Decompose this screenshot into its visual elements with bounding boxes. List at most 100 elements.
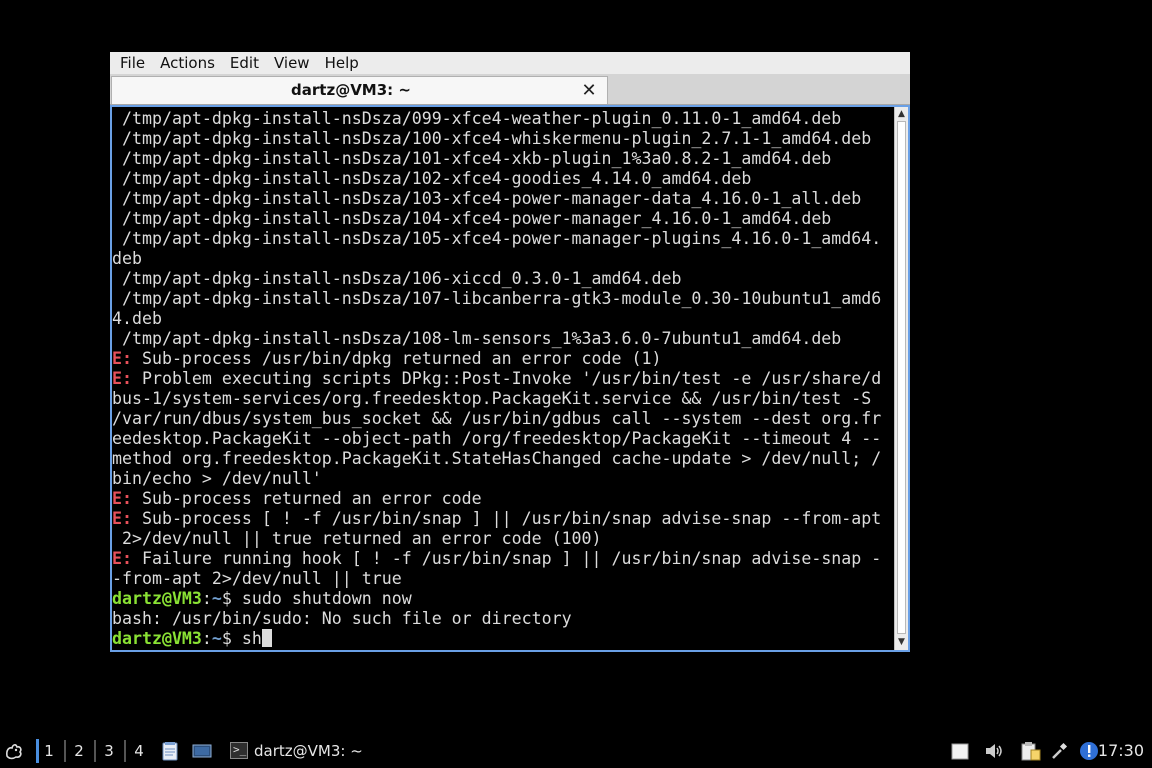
text-cursor [261, 629, 272, 647]
menu-view[interactable]: View [269, 52, 315, 74]
monitor-icon[interactable] [192, 741, 212, 761]
terminal-line: deb [112, 249, 895, 269]
terminal-text: Sub-process [ ! -f /usr/bin/snap ] || /u… [131, 509, 882, 528]
terminal-line: /tmp/apt-dpkg-install-nsDsza/103-xfce4-p… [112, 189, 895, 209]
terminal-text: /tmp/apt-dpkg-install-nsDsza/104-xfce4-p… [112, 209, 832, 228]
terminal-line: E: Failure running hook [ ! -f /usr/bin/… [112, 549, 895, 569]
terminal-line: E: Problem executing scripts DPkg::Post-… [112, 369, 895, 389]
menubar: File Actions Edit View Help [110, 52, 910, 74]
prompt-user: dartz@VM3 [112, 629, 202, 648]
prompt-command: sudo shutdown now [241, 589, 412, 608]
terminal-line: 4.deb [112, 309, 895, 329]
terminal-text: /tmp/apt-dpkg-install-nsDsza/108-lm-sens… [112, 329, 842, 348]
terminal-output[interactable]: /tmp/apt-dpkg-install-nsDsza/099-xfce4-w… [112, 109, 895, 649]
error-prefix: E: [112, 549, 132, 568]
menu-edit[interactable]: Edit [225, 52, 264, 74]
menu-help[interactable]: Help [320, 52, 364, 74]
terminal-line: E: Sub-process returned an error code [112, 489, 895, 509]
terminal-icon: >_ [230, 742, 248, 759]
terminal-frame: /tmp/apt-dpkg-install-nsDsza/099-xfce4-w… [110, 105, 910, 652]
terminal-text: bin/echo > /dev/null' [112, 469, 322, 488]
terminal-text: Sub-process /usr/bin/dpkg returned an er… [131, 349, 662, 368]
terminal-line: /tmp/apt-dpkg-install-nsDsza/106-xiccd_0… [112, 269, 895, 289]
terminal-text: bash: /usr/bin/sudo: No such file or dir… [112, 609, 572, 628]
scrollbar-thumb[interactable] [897, 121, 906, 634]
terminal-text: /tmp/apt-dpkg-install-nsDsza/105-xfce4-p… [112, 229, 882, 248]
terminal-text: /tmp/apt-dpkg-install-nsDsza/100-xfce4-w… [112, 129, 872, 148]
taskbar-terminal-button[interactable]: >_ dartz@VM3: ~ [226, 738, 369, 764]
workspace-3[interactable]: 3 [96, 734, 122, 768]
terminal-scrollbar[interactable]: ▲ ▼ [894, 107, 908, 650]
terminal-text: -from-apt 2>/dev/null || true [112, 569, 402, 588]
taskbar-task-label: dartz@VM3: ~ [254, 742, 363, 760]
workspace-1[interactable]: 1 [36, 734, 62, 768]
text-editor-icon[interactable] [160, 741, 180, 761]
terminal-line: 2>/dev/null || true returned an error co… [112, 529, 895, 549]
terminal-line: -from-apt 2>/dev/null || true [112, 569, 895, 589]
terminal-line: eedesktop.PackageKit --object-path /org/… [112, 429, 895, 449]
prompt-path: ~ [211, 589, 222, 608]
prompt-dollar: $ [221, 589, 242, 608]
notes-icon[interactable] [950, 741, 970, 761]
clock[interactable]: 17:30 [1098, 734, 1144, 768]
prompt-path: ~ [211, 629, 222, 648]
terminal-line: dartz@VM3:~$ sh [112, 629, 895, 649]
terminal-text: 2>/dev/null || true returned an error co… [112, 529, 602, 548]
terminal-line: /tmp/apt-dpkg-install-nsDsza/101-xfce4-x… [112, 149, 895, 169]
terminal-line: E: Sub-process /usr/bin/dpkg returned an… [112, 349, 895, 369]
workspace-4[interactable]: 4 [126, 734, 152, 768]
terminal-line: bin/echo > /dev/null' [112, 469, 895, 489]
update-notification-icon[interactable] [1079, 741, 1099, 761]
workspace-2[interactable]: 2 [66, 734, 92, 768]
terminal-text: Sub-process returned an error code [131, 489, 482, 508]
terminal-text: /tmp/apt-dpkg-install-nsDsza/107-libcanb… [112, 289, 882, 308]
terminal-text: Failure running hook [ ! -f /usr/bin/sna… [131, 549, 882, 568]
tab-bar: dartz@VM3: ~ ✕ [110, 74, 910, 105]
terminal-text: /tmp/apt-dpkg-install-nsDsza/103-xfce4-p… [112, 189, 862, 208]
terminal-text: 4.deb [112, 309, 162, 328]
error-prefix: E: [112, 509, 132, 528]
terminal-window: File Actions Edit View Help dartz@VM3: ~… [110, 52, 910, 652]
terminal-line: bash: /usr/bin/sudo: No such file or dir… [112, 609, 895, 629]
terminal-text: /tmp/apt-dpkg-install-nsDsza/101-xfce4-x… [112, 149, 832, 168]
terminal-line: /tmp/apt-dpkg-install-nsDsza/100-xfce4-w… [112, 129, 895, 149]
menu-actions[interactable]: Actions [155, 52, 220, 74]
terminal-line: E: Sub-process [ ! -f /usr/bin/snap ] ||… [112, 509, 895, 529]
scroll-up-arrow-icon[interactable]: ▲ [895, 108, 908, 121]
terminal-line: bus-1/system-services/org.freedesktop.Pa… [112, 389, 895, 409]
terminal-text: /tmp/apt-dpkg-install-nsDsza/102-xfce4-g… [112, 169, 752, 188]
terminal-line: /tmp/apt-dpkg-install-nsDsza/105-xfce4-p… [112, 229, 895, 249]
error-prefix: E: [112, 489, 132, 508]
volume-icon[interactable] [984, 741, 1004, 761]
terminal-text: Problem executing scripts DPkg::Post-Inv… [131, 369, 882, 388]
terminal-tab[interactable]: dartz@VM3: ~ ✕ [111, 76, 608, 104]
terminal-text: deb [112, 249, 142, 268]
terminal-line: dartz@VM3:~$ sudo shutdown now [112, 589, 895, 609]
network-icon[interactable] [1050, 741, 1070, 761]
prompt-dollar: $ [221, 629, 242, 648]
terminal-text: eedesktop.PackageKit --object-path /org/… [112, 429, 882, 448]
xfce-mouse-icon[interactable] [4, 741, 24, 761]
menu-file[interactable]: File [115, 52, 150, 74]
clipboard-icon[interactable] [1020, 741, 1041, 761]
error-prefix: E: [112, 349, 132, 368]
prompt-user: dartz@VM3 [112, 589, 202, 608]
terminal-line: /tmp/apt-dpkg-install-nsDsza/104-xfce4-p… [112, 209, 895, 229]
terminal-text: /tmp/apt-dpkg-install-nsDsza/099-xfce4-w… [112, 109, 842, 128]
terminal-line: /tmp/apt-dpkg-install-nsDsza/108-lm-sens… [112, 329, 895, 349]
terminal-line: /tmp/apt-dpkg-install-nsDsza/102-xfce4-g… [112, 169, 895, 189]
close-tab-icon[interactable]: ✕ [581, 82, 597, 100]
terminal-text: /var/run/dbus/system_bus_socket && /usr/… [112, 409, 882, 428]
terminal-line: /tmp/apt-dpkg-install-nsDsza/107-libcanb… [112, 289, 895, 309]
error-prefix: E: [112, 369, 132, 388]
prompt-separator: : [201, 629, 212, 648]
terminal-text: bus-1/system-services/org.freedesktop.Pa… [112, 389, 872, 408]
tab-title: dartz@VM3: ~ [291, 81, 411, 99]
terminal-line: /var/run/dbus/system_bus_socket && /usr/… [112, 409, 895, 429]
terminal-line: /tmp/apt-dpkg-install-nsDsza/099-xfce4-w… [112, 109, 895, 129]
prompt-command: sh [241, 629, 262, 648]
terminal-line: method org.freedesktop.PackageKit.StateH… [112, 449, 895, 469]
scroll-down-arrow-icon[interactable]: ▼ [895, 636, 908, 649]
prompt-separator: : [201, 589, 212, 608]
terminal-text: method org.freedesktop.PackageKit.StateH… [112, 449, 882, 468]
